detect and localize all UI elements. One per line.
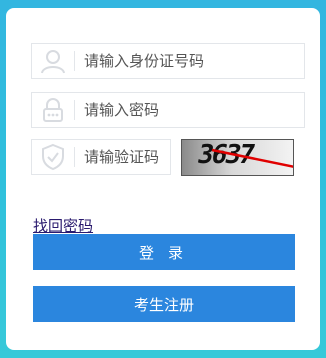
username-field[interactable]	[31, 43, 305, 79]
captcha-image[interactable]: 3637	[181, 139, 294, 176]
password-input[interactable]	[84, 93, 294, 127]
captcha-noise-line	[211, 148, 293, 168]
password-field[interactable]	[31, 92, 305, 128]
field-separator	[74, 147, 75, 167]
captcha-input[interactable]	[84, 140, 168, 174]
field-separator	[74, 51, 75, 71]
login-card: 3637 找回密码 登录 考生注册	[6, 8, 320, 350]
register-button[interactable]: 考生注册	[33, 286, 295, 322]
field-separator	[74, 100, 75, 120]
user-icon	[32, 44, 74, 78]
shield-icon	[32, 140, 74, 174]
captcha-field[interactable]	[31, 139, 171, 175]
username-input[interactable]	[84, 44, 294, 78]
find-password-link[interactable]: 找回密码	[33, 215, 93, 236]
lock-icon	[32, 93, 74, 127]
login-button[interactable]: 登录	[33, 234, 295, 270]
